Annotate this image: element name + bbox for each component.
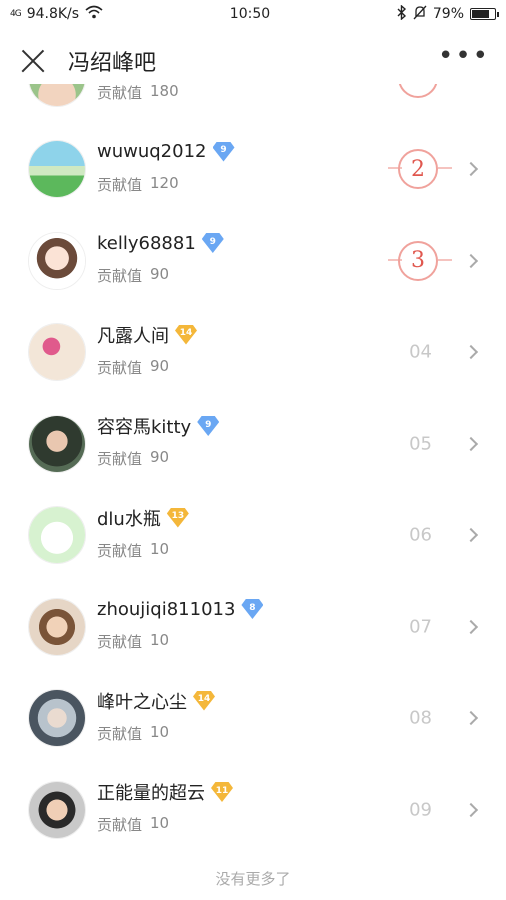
avatar[interactable] xyxy=(28,689,86,748)
username: kelly68881 xyxy=(97,232,196,254)
list-item[interactable]: kelly68881 9 贡献值 90 3 xyxy=(0,215,506,307)
level-number: 9 xyxy=(205,419,212,430)
chevron-right-icon[interactable] xyxy=(463,345,479,360)
rank-number: 06 xyxy=(409,524,432,546)
close-icon[interactable] xyxy=(20,48,46,74)
chevron-right-icon[interactable] xyxy=(463,436,479,451)
rank-number: 2 xyxy=(398,149,438,190)
contrib-label: 贡献值 xyxy=(97,450,143,468)
level-number: 9 xyxy=(220,145,227,155)
contrib-value: 90 xyxy=(150,448,170,466)
level-number: 11 xyxy=(215,785,229,796)
clock: 10:50 xyxy=(229,6,271,22)
contrib-label: 贡献值 xyxy=(97,541,143,560)
avatar[interactable] xyxy=(28,597,86,656)
level-number: 13 xyxy=(171,511,185,521)
list-item[interactable]: 峰叶之心尘 14 贡献值 10 08 xyxy=(0,673,506,765)
level-number: 9 xyxy=(209,236,216,247)
header: 冯绍峰吧 ••• xyxy=(0,38,506,84)
battery-icon xyxy=(470,8,499,20)
battery-fill xyxy=(472,10,490,18)
contrib-value: 90 xyxy=(150,265,170,283)
contrib-value: 180 xyxy=(150,84,179,100)
chevron-right-icon[interactable] xyxy=(463,619,479,634)
rank-number: 04 xyxy=(409,341,432,363)
chevron-right-icon[interactable] xyxy=(463,711,479,726)
level-badge-icon: 14 xyxy=(175,325,197,345)
level-badge-icon: 9 xyxy=(197,416,219,436)
avatar[interactable] xyxy=(28,231,86,290)
chevron-right-icon[interactable] xyxy=(463,802,479,817)
level-badge-icon: 13 xyxy=(167,508,189,528)
no-more-text: 没有更多了 xyxy=(215,870,291,888)
chevron-right-icon[interactable] xyxy=(463,162,479,177)
rank-number: 08 xyxy=(409,707,432,729)
rank-medal: 3 xyxy=(388,239,452,283)
level-badge-icon: 8 xyxy=(241,599,263,619)
list-item[interactable]: 容容馬kitty 9 贡献值 90 05 xyxy=(0,398,506,490)
contrib-value: 10 xyxy=(150,539,170,558)
level-number: 14 xyxy=(179,328,193,338)
avatar[interactable] xyxy=(28,414,86,473)
rank-number: 05 xyxy=(409,433,432,455)
list-item-partial[interactable]: 贡献值 180 xyxy=(0,84,506,124)
contrib-value: 90 xyxy=(150,356,170,375)
network-speed: 94.8K/s xyxy=(26,6,80,22)
battery-percent: 79% xyxy=(432,6,464,22)
list-item[interactable]: wuwuq2012 9 贡献值 120 2 xyxy=(0,124,506,216)
level-number: 8 xyxy=(249,602,256,613)
bluetooth-icon xyxy=(397,3,407,24)
level-number: 14 xyxy=(197,694,211,704)
level-badge-icon: 9 xyxy=(202,233,224,253)
contrib-label: 贡献值 xyxy=(97,724,143,743)
username: 凡露人间 xyxy=(97,325,169,347)
contrib-value: 120 xyxy=(150,173,179,192)
rank-number: 07 xyxy=(409,616,432,638)
list-item[interactable]: dlu水瓶 13 贡献值 10 06 xyxy=(0,490,506,582)
rank-number: 3 xyxy=(398,240,438,281)
contrib-value: 10 xyxy=(150,631,170,649)
list-item[interactable]: 正能量的超云 11 贡献值 10 09 xyxy=(0,764,506,856)
chevron-right-icon[interactable] xyxy=(463,528,479,543)
avatar[interactable] xyxy=(28,506,86,565)
level-badge-icon: 14 xyxy=(193,691,215,711)
avatar[interactable] xyxy=(28,323,86,382)
username: 正能量的超云 xyxy=(97,783,205,804)
contrib-label: 贡献值 xyxy=(97,633,143,651)
username: dlu水瓶 xyxy=(97,508,161,530)
list-item[interactable]: 凡露人间 14 贡献值 90 04 xyxy=(0,307,506,399)
level-badge-icon: 11 xyxy=(211,782,233,802)
more-icon[interactable]: ••• xyxy=(438,43,490,73)
rank-number: 09 xyxy=(409,799,432,821)
bell-off-icon xyxy=(413,5,427,24)
rank-medal: 2 xyxy=(388,147,452,191)
signal-icon: 4G xyxy=(10,8,22,19)
rank-medal xyxy=(388,84,448,100)
contrib-label: 贡献值 xyxy=(97,267,143,285)
level-badge-icon: 9 xyxy=(213,142,235,162)
page-title: 冯绍峰吧 xyxy=(68,51,157,76)
contrib-value: 10 xyxy=(150,722,170,741)
wifi-icon xyxy=(85,5,103,23)
avatar xyxy=(28,84,86,107)
list-item[interactable]: zhoujiqi811013 8 贡献值 10 07 xyxy=(0,581,506,673)
contrib-label: 贡献值 xyxy=(97,175,143,194)
avatar[interactable] xyxy=(28,140,86,199)
contrib-value: 10 xyxy=(150,814,170,832)
ranking-list[interactable]: 贡献值 180 wuwuq2012 9 贡献值 120 2 kelly68881… xyxy=(0,84,506,900)
chevron-right-icon[interactable] xyxy=(463,253,479,268)
contrib-label: 贡献值 xyxy=(97,358,143,377)
avatar[interactable] xyxy=(28,780,86,839)
contrib-label: 贡献值 xyxy=(97,816,143,834)
username: wuwuq2012 xyxy=(97,141,207,162)
username: 容容馬kitty xyxy=(97,417,192,438)
username: 峰叶之心尘 xyxy=(97,691,187,713)
status-bar: 4G 94.8K/s 10:50 79% xyxy=(0,0,506,28)
contrib-label: 贡献值 xyxy=(97,84,143,102)
username: zhoujiqi811013 xyxy=(97,598,236,620)
